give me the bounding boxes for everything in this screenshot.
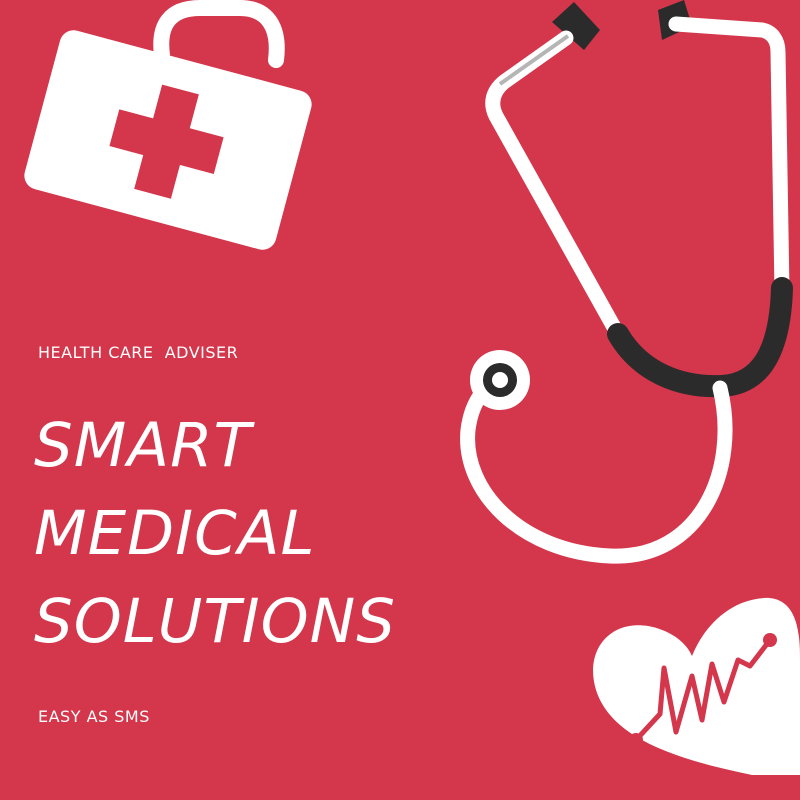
- headline-line-3: SOLUTIONS: [34, 586, 396, 657]
- poster: HEALTH CARE ADVISER SMART MEDICAL SOLUTI…: [0, 0, 800, 800]
- headline-line-2: MEDICAL: [34, 498, 316, 569]
- illustration-layer: [24, 0, 800, 775]
- headline-line-1: SMART: [34, 410, 252, 481]
- first-aid-kit-icon: [24, 0, 312, 250]
- stethoscope-icon: [460, 0, 793, 564]
- heart-pulse-icon: [593, 597, 800, 775]
- subtitle: HEALTH CARE ADVISER: [38, 343, 239, 362]
- headline: SMART MEDICAL SOLUTIONS: [34, 402, 396, 666]
- tagline: EASY AS SMS: [38, 707, 150, 726]
